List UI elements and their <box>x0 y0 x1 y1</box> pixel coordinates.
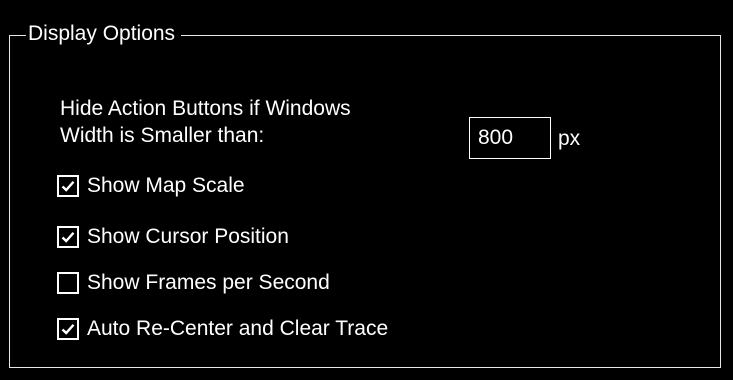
checkmark-icon <box>61 181 75 192</box>
auto-recenter-label: Auto Re-Center and Clear Trace <box>87 317 389 340</box>
show-frames-per-second-label: Show Frames per Second <box>87 271 330 294</box>
show-frames-per-second-checkbox[interactable] <box>57 272 79 294</box>
min-window-width-input[interactable] <box>469 117 551 159</box>
show-cursor-position-checkbox[interactable] <box>57 226 79 248</box>
hide-action-buttons-label-line1: Hide Action Buttons if Windows <box>60 97 351 120</box>
auto-recenter-option[interactable]: Auto Re-Center and Clear Trace <box>57 314 388 344</box>
show-frames-per-second-option[interactable]: Show Frames per Second <box>57 268 330 298</box>
show-map-scale-checkbox[interactable] <box>57 175 79 197</box>
width-unit-label: px <box>558 127 581 150</box>
hide-action-buttons-label-line2: Width is Smaller than: <box>60 124 265 147</box>
show-map-scale-label: Show Map Scale <box>87 174 245 197</box>
checkmark-icon <box>61 324 75 335</box>
group-title: Display Options <box>26 19 182 49</box>
show-map-scale-option[interactable]: Show Map Scale <box>57 171 245 201</box>
checkmark-icon <box>61 232 75 243</box>
show-cursor-position-label: Show Cursor Position <box>87 225 289 248</box>
hide-action-buttons-label: Hide Action Buttons if Windows Width is … <box>60 95 351 149</box>
show-cursor-position-option[interactable]: Show Cursor Position <box>57 222 289 252</box>
auto-recenter-checkbox[interactable] <box>57 318 79 340</box>
